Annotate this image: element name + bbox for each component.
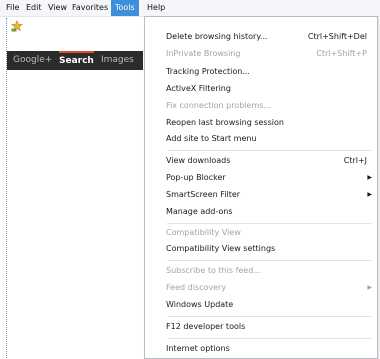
menu-item-feed-discovery: Feed discovery ▶ [145, 281, 377, 294]
menu-item-f12-tools[interactable]: F12 developer tools [145, 320, 377, 333]
menu-item-label: Compatibility View [166, 228, 241, 237]
menu-separator [167, 338, 372, 339]
menu-item-label: SmartScreen Filter [166, 190, 241, 199]
menu-item-label: Windows Update [166, 300, 234, 309]
menu-separator [167, 260, 372, 261]
menu-item-shortcut: Ctrl+J [343, 156, 367, 165]
menu-item-tracking-protection[interactable]: Tracking Protection... [145, 65, 377, 78]
menu-item-shortcut: Ctrl+Shift+Del [307, 32, 367, 41]
google-images-link[interactable]: Images [101, 51, 134, 70]
menu-item-popup-blocker[interactable]: Pop-up Blocker ▶ [145, 171, 377, 184]
menu-favorites[interactable]: Favorites [68, 0, 112, 16]
menu-item-view-downloads[interactable]: View downloads Ctrl+J [145, 154, 377, 167]
menu-item-label: Delete browsing history... [166, 32, 268, 41]
menu-item-label: ActiveX Filtering [166, 84, 231, 93]
menu-item-subscribe-feed: Subscribe to this feed... [145, 264, 377, 277]
menu-item-label: Feed discovery [166, 283, 227, 292]
favorites-star-icon[interactable] [11, 20, 23, 32]
menu-item-label: InPrivate Browsing [166, 49, 241, 58]
menu-item-label: F12 developer tools [166, 322, 246, 331]
submenu-arrow-icon: ▶ [367, 191, 372, 198]
menu-item-compat-view: Compatibility View [145, 226, 377, 239]
menu-item-label: Pop-up Blocker [166, 173, 226, 182]
menu-bar: File Edit View Favorites Tools Help [0, 0, 380, 17]
menu-tools[interactable]: Tools [111, 0, 139, 16]
menu-item-fix-connection: Fix connection problems... [145, 99, 377, 112]
menu-item-activex-filtering[interactable]: ActiveX Filtering [145, 82, 377, 95]
menu-item-windows-update[interactable]: Windows Update [145, 298, 377, 311]
menu-view[interactable]: View [44, 0, 71, 16]
menu-item-add-to-start[interactable]: Add site to Start menu [145, 132, 377, 145]
tools-menu: Delete browsing history... Ctrl+Shift+De… [144, 16, 378, 359]
submenu-arrow-icon: ▶ [367, 174, 372, 181]
menu-item-label: Internet options [166, 344, 230, 353]
menu-item-label: Fix connection problems... [166, 101, 272, 110]
menu-item-shortcut: Ctrl+Shift+P [316, 49, 367, 58]
menu-edit[interactable]: Edit [22, 0, 46, 16]
menu-file[interactable]: File [2, 0, 23, 16]
favorites-bar [7, 18, 143, 34]
menu-item-label: Subscribe to this feed... [166, 266, 261, 275]
menu-item-label: Compatibility View settings [166, 244, 276, 253]
menu-item-inprivate: InPrivate Browsing Ctrl+Shift+P [145, 47, 377, 60]
menu-item-reopen-session[interactable]: Reopen last browsing session [145, 116, 377, 129]
menu-item-internet-options[interactable]: Internet options [145, 342, 377, 355]
menu-item-smartscreen[interactable]: SmartScreen Filter ▶ [145, 188, 377, 201]
menu-help[interactable]: Help [143, 0, 169, 16]
menu-item-label: Add site to Start menu [166, 134, 257, 143]
menu-item-label: View downloads [166, 156, 231, 165]
google-plus-link[interactable]: Google+ [13, 51, 52, 70]
menu-item-manage-addons[interactable]: Manage add-ons [145, 205, 377, 218]
submenu-arrow-icon: ▶ [367, 284, 372, 291]
menu-item-label: Manage add-ons [166, 207, 233, 216]
menu-item-label: Reopen last browsing session [166, 118, 284, 127]
menu-item-delete-history[interactable]: Delete browsing history... Ctrl+Shift+De… [145, 30, 377, 43]
menu-separator [167, 150, 372, 151]
google-bar: Google+ Search Images [7, 51, 143, 70]
google-search-link[interactable]: Search [59, 51, 94, 70]
menu-separator [167, 223, 372, 224]
menu-item-compat-settings[interactable]: Compatibility View settings [145, 242, 377, 255]
menu-separator [167, 316, 372, 317]
menu-item-label: Tracking Protection... [166, 67, 250, 76]
